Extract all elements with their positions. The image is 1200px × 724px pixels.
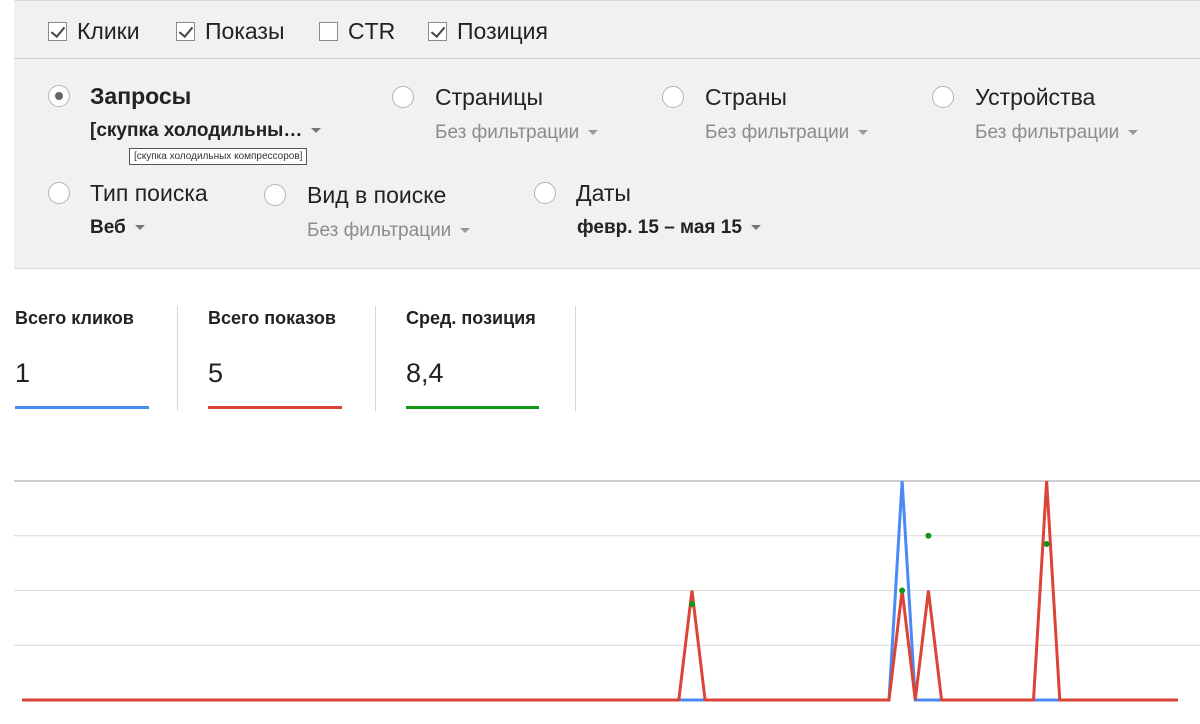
total-clicks-color-bar — [15, 406, 149, 409]
total-clicks-value: 1 — [15, 358, 31, 388]
total-impressions-label: Всего показов — [208, 308, 336, 328]
metric-ctr-toggle[interactable]: CTR — [319, 17, 395, 45]
queries-filter-dropdown[interactable]: [скупка холодильны… — [90, 120, 322, 142]
radio-countries[interactable] — [662, 86, 684, 108]
metric-clicks-toggle[interactable]: Клики — [48, 17, 140, 45]
position-data-point — [925, 532, 932, 539]
total-impressions-value: 5 — [208, 358, 224, 388]
radio-pages[interactable] — [392, 86, 414, 108]
radio-queries[interactable] — [48, 85, 70, 107]
total-position-label: Сред. позиция — [406, 308, 536, 328]
pages-filter-dropdown[interactable]: Без фильтрации — [435, 122, 599, 144]
performance-line-chart[interactable] — [0, 460, 1200, 724]
checkbox-checked-icon[interactable] — [428, 21, 447, 41]
position-data-point — [899, 587, 906, 594]
dimension-title-devices: Устройства — [975, 84, 1096, 110]
dimension-title-dates: Даты — [576, 180, 631, 206]
metric-label: CTR — [348, 17, 396, 44]
radio-dates[interactable] — [534, 182, 556, 204]
totals-divider — [575, 306, 576, 411]
metric-impressions-toggle[interactable]: Показы — [176, 17, 285, 45]
total-impressions-color-bar — [208, 406, 342, 409]
filter-value: Без фильтрации — [975, 122, 1120, 143]
metric-position-toggle[interactable]: Позиция — [428, 17, 548, 45]
filter-value: Без фильтрации — [705, 122, 850, 143]
search-appearance-filter-dropdown[interactable]: Без фильтрации — [307, 220, 471, 242]
caret-down-icon — [588, 130, 599, 136]
total-position-value: 8,4 — [406, 358, 444, 388]
total-clicks-label: Всего кликов — [15, 308, 134, 328]
caret-down-icon — [460, 228, 471, 234]
radio-search-appearance[interactable] — [264, 184, 286, 206]
search-type-filter-dropdown[interactable]: Веб — [90, 217, 145, 239]
dimension-title-search-appearance: Вид в поиске — [307, 182, 447, 208]
dimension-title-search-type: Тип поиска — [90, 180, 208, 206]
metric-label: Показы — [205, 17, 285, 44]
radio-devices[interactable] — [932, 86, 954, 108]
position-data-point — [688, 601, 695, 608]
metric-label: Клики — [77, 17, 140, 44]
metric-toggle-bar: Клики Показы CTR Позиция — [14, 0, 1200, 59]
checkbox-checked-icon[interactable] — [176, 21, 195, 41]
filter-value: Без фильтрации — [435, 122, 580, 143]
filter-value: Без фильтрации — [307, 220, 452, 241]
dimension-title-countries: Страны — [705, 84, 787, 110]
caret-down-icon — [750, 225, 761, 231]
filter-value: [скупка холодильны… — [90, 120, 303, 141]
caret-down-icon — [858, 130, 869, 136]
dates-filter-dropdown[interactable]: февр. 15 – мая 15 — [577, 217, 761, 239]
checkbox-unchecked-icon[interactable] — [319, 21, 338, 41]
radio-search-type[interactable] — [48, 182, 70, 204]
dimension-title-pages: Страницы — [435, 84, 543, 110]
devices-filter-dropdown[interactable]: Без фильтрации — [975, 122, 1139, 144]
totals-divider — [375, 306, 376, 411]
caret-down-icon — [311, 128, 322, 134]
filter-value: февр. 15 – мая 15 — [577, 217, 742, 238]
metric-label: Позиция — [457, 17, 548, 44]
totals-divider — [177, 306, 178, 411]
filter-value: Веб — [90, 217, 126, 238]
caret-down-icon — [1128, 130, 1139, 136]
dimension-title-queries: Запросы — [90, 83, 192, 109]
countries-filter-dropdown[interactable]: Без фильтрации — [705, 122, 869, 144]
position-data-point — [1043, 540, 1050, 547]
caret-down-icon — [134, 225, 145, 231]
checkbox-checked-icon[interactable] — [48, 21, 67, 41]
query-filter-tooltip: [скупка холодильных компрессоров] — [129, 148, 308, 165]
total-position-color-bar — [406, 406, 539, 409]
